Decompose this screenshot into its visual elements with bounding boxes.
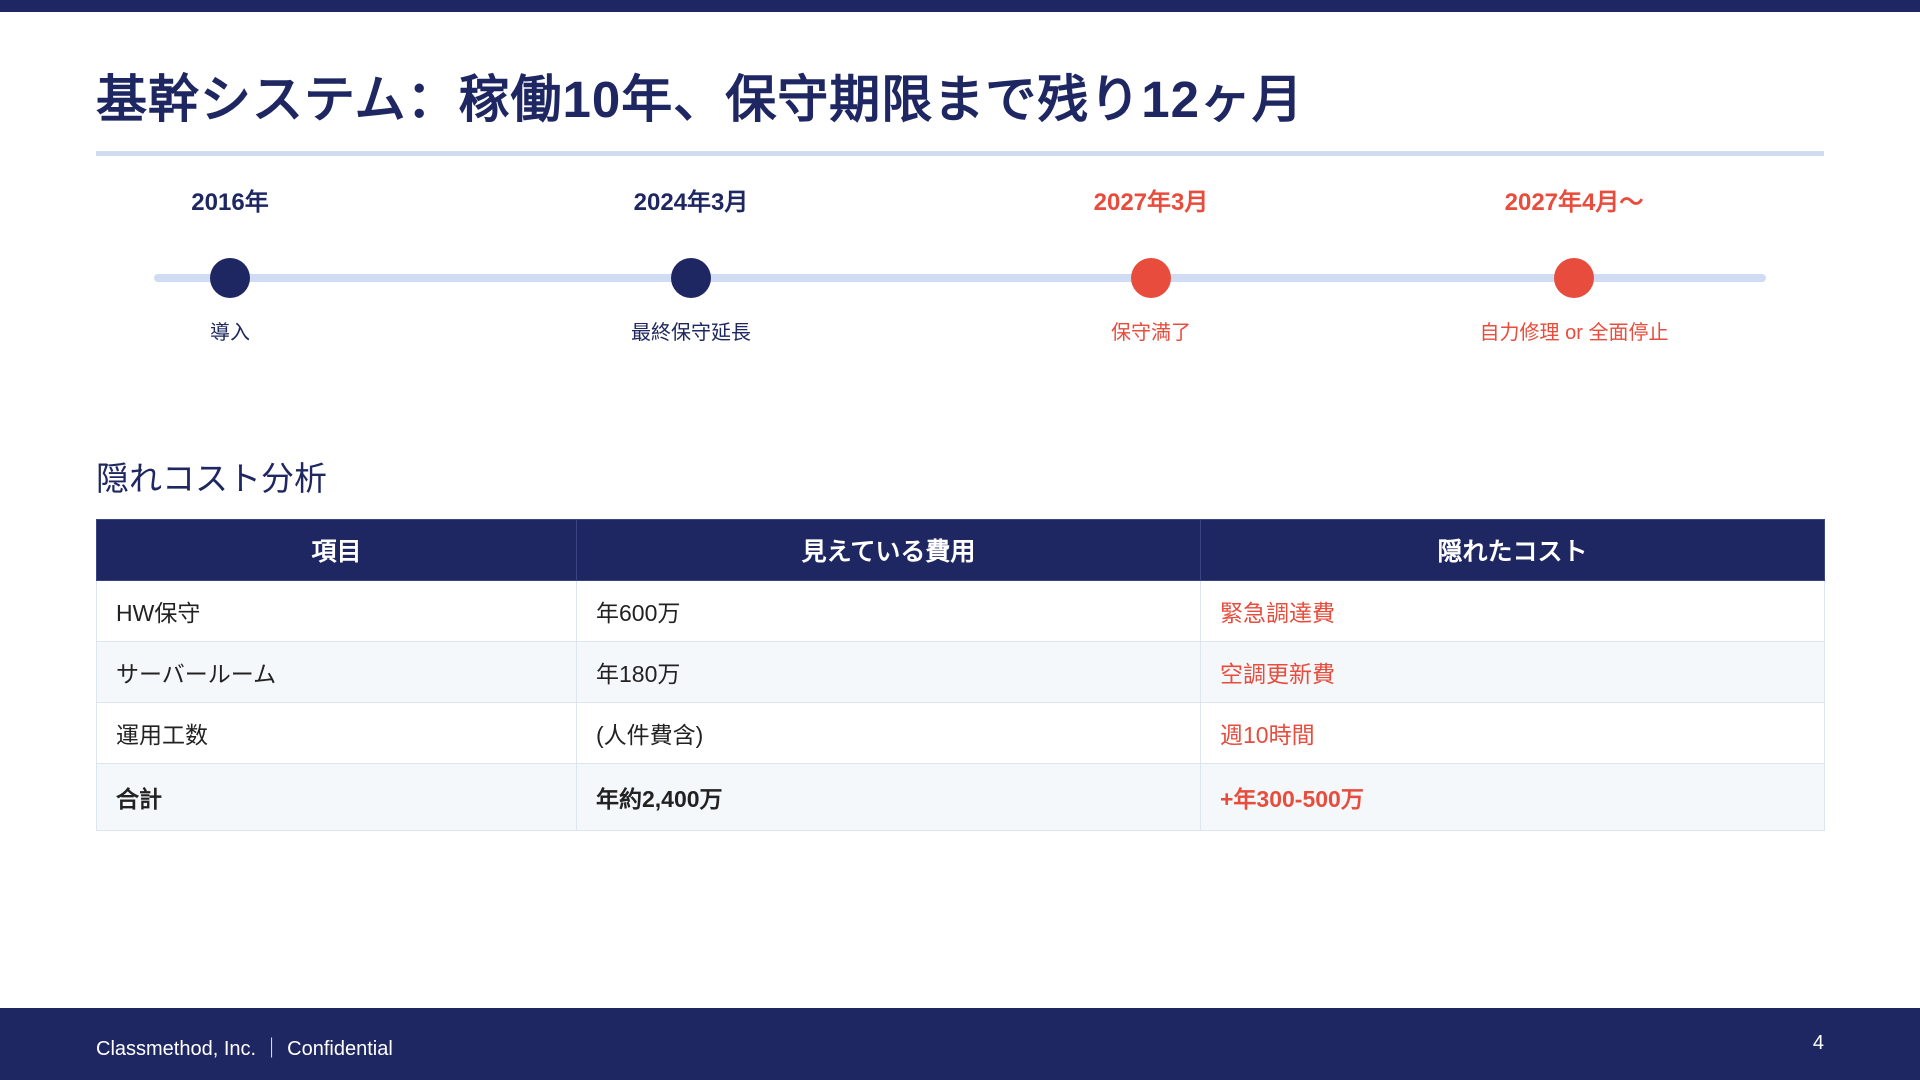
cell-visible-cost: 年600万 [576, 580, 1201, 642]
top-accent-bar [0, 0, 1920, 12]
milestone-label: 自力修理 or 全面停止 [1479, 322, 1669, 344]
cell-total-visible: 年約2,400万 [576, 763, 1201, 831]
table-row: HW保守 年600万 緊急調達費 [96, 580, 1825, 642]
cell-item: 運用工数 [96, 702, 577, 764]
table-header-row: 項目 見えている費用 隠れたコスト [96, 519, 1825, 581]
table-total-row: 合計 年約2,400万 +年300-500万 [96, 763, 1825, 831]
cell-total-label: 合計 [96, 763, 577, 831]
cell-item: サーバールーム [96, 641, 577, 703]
cell-visible-cost: (人件費含) [576, 702, 1201, 764]
table-row: 運用工数 (人件費含) 週10時間 [96, 702, 1825, 764]
footer-bar: Classmethod, Inc. ｜ Confidential 4 [0, 1008, 1920, 1080]
milestone-label: 最終保守延長 [631, 322, 751, 344]
cell-visible-cost: 年180万 [576, 641, 1201, 703]
slide: 基幹システム：稼働10年、保守期限まで残り12ヶ月 2016年 導入 2024年… [0, 0, 1920, 1080]
milestone-dot [1131, 258, 1171, 298]
cell-hidden-cost: 空調更新費 [1200, 641, 1825, 703]
milestone-date: 2027年3月 [1093, 189, 1209, 216]
header-item: 項目 [96, 519, 577, 581]
milestone-dot [671, 258, 711, 298]
cost-table: 項目 見えている費用 隠れたコスト HW保守 年600万 緊急調達費 サーバール… [96, 519, 1825, 831]
page-number: 4 [1812, 1032, 1824, 1054]
cell-item: HW保守 [96, 580, 577, 642]
milestone-date: 2027年4月〜 [1504, 189, 1644, 216]
footer-company: Classmethod, Inc. ｜ Confidential [96, 1038, 393, 1060]
timeline-track [154, 274, 1766, 282]
milestone-label: 保守満了 [1111, 322, 1191, 344]
milestone-date: 2024年3月 [633, 189, 749, 216]
cell-hidden-cost: 緊急調達費 [1200, 580, 1825, 642]
slide-title: 基幹システム：稼働10年、保守期限まで残り12ヶ月 [96, 71, 1304, 128]
header-hidden-cost: 隠れたコスト [1200, 519, 1825, 581]
cell-total-hidden: +年300-500万 [1200, 763, 1825, 831]
milestone-label: 導入 [210, 322, 250, 344]
milestone-date: 2016年 [191, 189, 269, 216]
section-title: 隠れコスト分析 [96, 460, 327, 497]
cell-hidden-cost: 週10時間 [1200, 702, 1825, 764]
title-divider [96, 151, 1824, 156]
table-row: サーバールーム 年180万 空調更新費 [96, 641, 1825, 703]
milestone-dot [210, 258, 250, 298]
timeline: 2016年 導入 2024年3月 最終保守延長 2027年3月 保守満了 202… [0, 170, 1920, 360]
milestone-dot [1554, 258, 1594, 298]
header-visible-cost: 見えている費用 [576, 519, 1201, 581]
